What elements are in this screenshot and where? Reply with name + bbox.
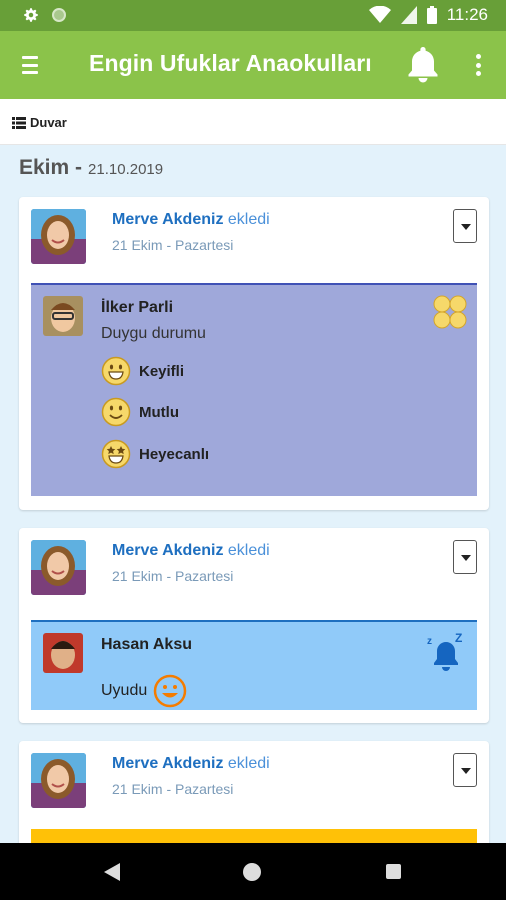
list-icon	[12, 116, 26, 129]
child-name: İlker Parli	[101, 299, 174, 316]
mood-panel: İlker Parli Duygu durumu Keyifli Mutlu H…	[31, 283, 477, 496]
card-options-dropdown[interactable]	[453, 753, 477, 787]
card-options-dropdown[interactable]	[453, 209, 477, 243]
author-name[interactable]: Merve Akdeniz	[112, 211, 223, 228]
author-avatar[interactable]	[31, 753, 86, 808]
svg-text:z: z	[427, 636, 432, 647]
svg-text:Z: Z	[455, 632, 462, 645]
child-name: Hasan Aksu	[101, 636, 192, 653]
child-photo[interactable]	[43, 296, 83, 336]
wall-tab[interactable]: Duvar	[12, 115, 67, 130]
status-bar: 11:26	[0, 0, 506, 31]
app-title: Engin Ufuklar Anaokulları	[89, 50, 372, 76]
mood-label: Mutlu	[139, 403, 179, 421]
system-nav-bar	[0, 843, 506, 900]
post-time: 21 Ekim - Pazartesi	[112, 237, 234, 253]
author-verb: ekledi	[227, 211, 270, 228]
back-icon[interactable]	[104, 863, 120, 881]
mood-label: Keyifli	[139, 362, 185, 380]
grinning-face-icon	[101, 356, 131, 386]
card-options-dropdown[interactable]	[453, 540, 477, 574]
wall-label: Duvar	[30, 115, 67, 130]
overflow-menu-icon[interactable]	[475, 54, 481, 76]
smiling-face-icon	[101, 397, 131, 427]
date-section-header: Ekim - 21.10.2019	[19, 156, 163, 180]
post-time: 21 Ekim - Pazartesi	[112, 781, 234, 797]
notifications-bell-icon[interactable]	[405, 45, 441, 85]
author-line[interactable]: Merve Akdeniz ekledi	[112, 755, 270, 773]
sleep-panel: Hasan Aksu Uyudu z Z	[31, 620, 477, 710]
child-photo[interactable]	[43, 633, 83, 673]
mood-label: Heyecanlı	[139, 445, 210, 463]
status-label: Uyudu	[101, 682, 148, 699]
app-bar: Engin Ufuklar Anaokulları	[0, 31, 506, 99]
cell-signal-icon	[400, 6, 417, 24]
mood-item: Mutlu	[101, 397, 179, 427]
mood-title: Duygu durumu	[101, 325, 206, 342]
post-time: 21 Ekim - Pazartesi	[112, 568, 234, 584]
settings-gear-icon	[24, 8, 38, 22]
mood-emoji-cluster-icon	[433, 295, 467, 329]
mood-item: Keyifli	[101, 356, 184, 386]
author-name[interactable]: Merve Akdeniz	[112, 755, 223, 772]
sleeping-bell-icon: z Z	[427, 632, 462, 671]
author-avatar[interactable]	[31, 209, 86, 264]
wall-bar: Duvar	[0, 99, 506, 145]
notification-dot-icon	[52, 8, 66, 22]
mood-item: Heyecanlı	[101, 439, 209, 469]
clock-time: 11:26	[446, 5, 488, 24]
recent-apps-icon[interactable]	[386, 864, 401, 879]
feed-card: Merve Akdeniz ekledi 21 Ekim - Pazartesi…	[19, 528, 489, 723]
author-line[interactable]: Merve Akdeniz ekledi	[112, 211, 270, 229]
author-verb: ekledi	[227, 755, 270, 772]
author-verb: ekledi	[227, 542, 270, 559]
section-date: 21.10.2019	[88, 161, 164, 178]
star-struck-face-icon	[101, 439, 131, 469]
menu-icon[interactable]	[22, 56, 38, 74]
battery-icon	[426, 6, 437, 24]
home-icon[interactable]	[243, 863, 261, 881]
sleep-status: Uyudu	[101, 674, 187, 708]
author-line[interactable]: Merve Akdeniz ekledi	[112, 542, 270, 560]
section-month: Ekim -	[19, 156, 83, 179]
author-avatar[interactable]	[31, 540, 86, 595]
author-name[interactable]: Merve Akdeniz	[112, 542, 223, 559]
feed-card: Merve Akdeniz ekledi 21 Ekim - Pazartesi…	[19, 197, 489, 510]
wifi-icon	[368, 6, 391, 23]
smiley-outline-icon	[154, 674, 187, 708]
